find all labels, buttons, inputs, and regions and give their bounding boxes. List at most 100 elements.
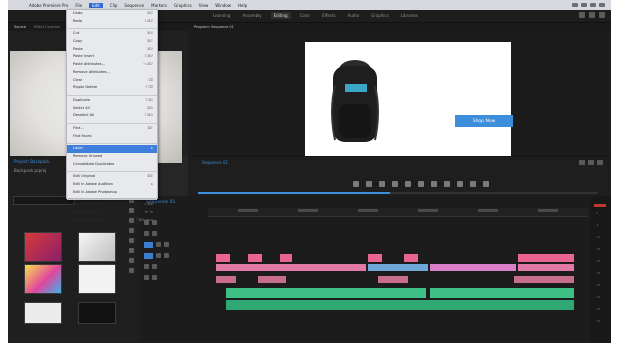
pen-tool-icon[interactable] <box>128 248 134 253</box>
graphic-clip[interactable] <box>518 254 574 262</box>
menu-item-edit-in-photoshop[interactable]: Edit in Adobe Photoshop <box>67 189 157 197</box>
video-clip[interactable] <box>430 264 516 271</box>
media-thumb-backpack-side[interactable] <box>78 232 116 262</box>
menu-item-remove-unused[interactable]: Remove Unused <box>67 153 157 161</box>
video-clip[interactable] <box>216 264 366 271</box>
menu-item-duplicate[interactable]: Duplicate ⇧⌘/ <box>67 97 157 105</box>
menu-item-deselect-all[interactable]: Deselect All ⇧⌘A <box>67 112 157 120</box>
step-back-icon[interactable] <box>405 181 411 187</box>
menu-item-edit-in-audition[interactable]: Edit in Adobe Audition ▸ <box>67 181 157 189</box>
track-header-a2[interactable] <box>144 262 206 271</box>
menu-item-clear[interactable]: Clear ⌫ <box>67 77 157 85</box>
workspace-tab-color[interactable]: Color <box>297 12 313 19</box>
menu-sequence[interactable]: Sequence <box>124 3 144 8</box>
menu-help[interactable]: Help <box>238 3 247 8</box>
workspace-tab-audio[interactable]: Audio <box>345 12 362 19</box>
menu-graphics[interactable]: Graphics <box>174 3 192 8</box>
menu-item-redo[interactable]: Redo ⇧⌘Z <box>67 18 157 26</box>
hand-tool-icon[interactable] <box>128 258 134 263</box>
type-tool-icon[interactable] <box>128 268 134 273</box>
step-forward-icon[interactable] <box>431 181 437 187</box>
menu-item-remove-attributes[interactable]: Remove Attributes... <box>67 69 157 77</box>
audio-clip[interactable] <box>226 288 426 298</box>
video-clip[interactable] <box>518 264 574 271</box>
home-icon[interactable] <box>579 12 585 18</box>
workspace-tab-effects[interactable]: Effects <box>319 12 339 19</box>
menu-item-paste-attributes[interactable]: Paste Attributes... ⌥⌘V <box>67 61 157 69</box>
program-footer-tab[interactable]: Sequence 01 <box>202 160 228 165</box>
lock-icon[interactable] <box>144 231 149 236</box>
menu-item-label-submenu[interactable]: Label ▸ <box>67 145 157 153</box>
export-frame-icon[interactable] <box>483 181 489 187</box>
tab-program[interactable]: Program: Sequence 01 <box>194 25 234 29</box>
eye-icon[interactable] <box>164 242 169 247</box>
menu-item-edit-original[interactable]: Edit Original ⌘E <box>67 173 157 181</box>
lift-icon[interactable] <box>457 181 463 187</box>
audio-clip[interactable] <box>226 300 574 310</box>
mute-icon[interactable] <box>156 253 161 258</box>
source-patch-a1[interactable] <box>144 252 153 259</box>
settings-wrench-icon[interactable] <box>597 160 603 165</box>
menu-item-undo[interactable]: Undo ⌘Z <box>67 10 157 18</box>
menu-item-paste[interactable]: Paste ⌘V <box>67 46 157 54</box>
menu-edit[interactable]: Edit <box>89 2 103 8</box>
menu-item-find-faces[interactable]: Find Faces <box>67 133 157 141</box>
graphic-clip[interactable] <box>404 254 418 262</box>
program-frame[interactable]: Shop Now <box>305 42 513 164</box>
battery-icon[interactable] <box>581 3 587 7</box>
media-thumb-colorful[interactable] <box>24 264 62 294</box>
adjustment-clip[interactable] <box>216 276 236 283</box>
audio-clip[interactable] <box>430 288 574 298</box>
solo-icon[interactable] <box>164 253 169 258</box>
media-thumb-white[interactable] <box>24 302 62 324</box>
marker-icon[interactable] <box>353 181 359 187</box>
timeline-tracks[interactable] <box>208 218 588 328</box>
mute-icon[interactable] <box>144 275 149 280</box>
solo-icon[interactable] <box>152 275 157 280</box>
workspace-tab-graphics[interactable]: Graphics <box>368 12 392 19</box>
graphic-clip[interactable] <box>216 254 230 262</box>
solo-icon[interactable] <box>152 264 157 269</box>
shop-now-button[interactable]: Shop Now <box>455 115 513 127</box>
track-header-a3[interactable] <box>144 273 206 282</box>
menu-item-keyboard-shortcuts[interactable]: Keyboard Shortcuts... ⌥⌘K <box>67 201 157 209</box>
slip-tool-icon[interactable] <box>128 238 134 243</box>
workspace-tab-editing[interactable]: Editing <box>270 12 291 19</box>
timeline-ruler[interactable] <box>208 208 588 217</box>
media-thumb-red[interactable] <box>24 232 62 262</box>
track-header-v1[interactable] <box>144 240 206 249</box>
menu-item-cut[interactable]: Cut ⌘X <box>67 30 157 38</box>
play-icon[interactable] <box>418 181 424 187</box>
mute-icon[interactable] <box>144 264 149 269</box>
menu-view[interactable]: View <box>199 3 209 8</box>
workspace-tab-assembly[interactable]: Assembly <box>239 12 264 19</box>
track-header-v2[interactable] <box>144 229 206 238</box>
menu-item-consolidate-duplicates[interactable]: Consolidate Duplicates <box>67 161 157 169</box>
razor-tool-icon[interactable] <box>128 228 134 233</box>
menu-item-ripple-delete[interactable]: Ripple Delete ⇧⌫ <box>67 84 157 92</box>
eye-icon[interactable] <box>152 231 157 236</box>
menu-item-copy[interactable]: Copy ⌘C <box>67 38 157 46</box>
menu-app-name[interactable]: Adobe Premiere Pro <box>29 3 68 8</box>
lock-icon[interactable] <box>156 242 161 247</box>
go-to-in-icon[interactable] <box>392 181 398 187</box>
quality-dropdown-icon[interactable] <box>588 160 594 165</box>
workspace-tab-learning[interactable]: Learning <box>210 12 233 19</box>
adjustment-clip[interactable] <box>378 276 408 283</box>
menu-clip[interactable]: Clip <box>110 3 118 8</box>
menu-markers[interactable]: Markers <box>151 3 167 8</box>
video-clip[interactable] <box>368 264 428 271</box>
help-icon[interactable] <box>599 12 605 18</box>
adjustment-clip[interactable] <box>258 276 286 283</box>
mark-out-icon[interactable] <box>379 181 385 187</box>
graphic-clip[interactable] <box>248 254 262 262</box>
mark-in-icon[interactable] <box>366 181 372 187</box>
graphic-clip[interactable] <box>280 254 292 262</box>
search-icon[interactable] <box>590 3 596 7</box>
tab-effect-controls[interactable]: Effect Controls <box>34 25 60 29</box>
go-to-out-icon[interactable] <box>444 181 450 187</box>
adjustment-clip[interactable] <box>514 276 574 283</box>
extract-icon[interactable] <box>470 181 476 187</box>
media-thumb-backpack-front[interactable] <box>78 264 116 294</box>
menu-item-start-dictation[interactable]: Start Dictation... fn fn <box>67 209 157 217</box>
